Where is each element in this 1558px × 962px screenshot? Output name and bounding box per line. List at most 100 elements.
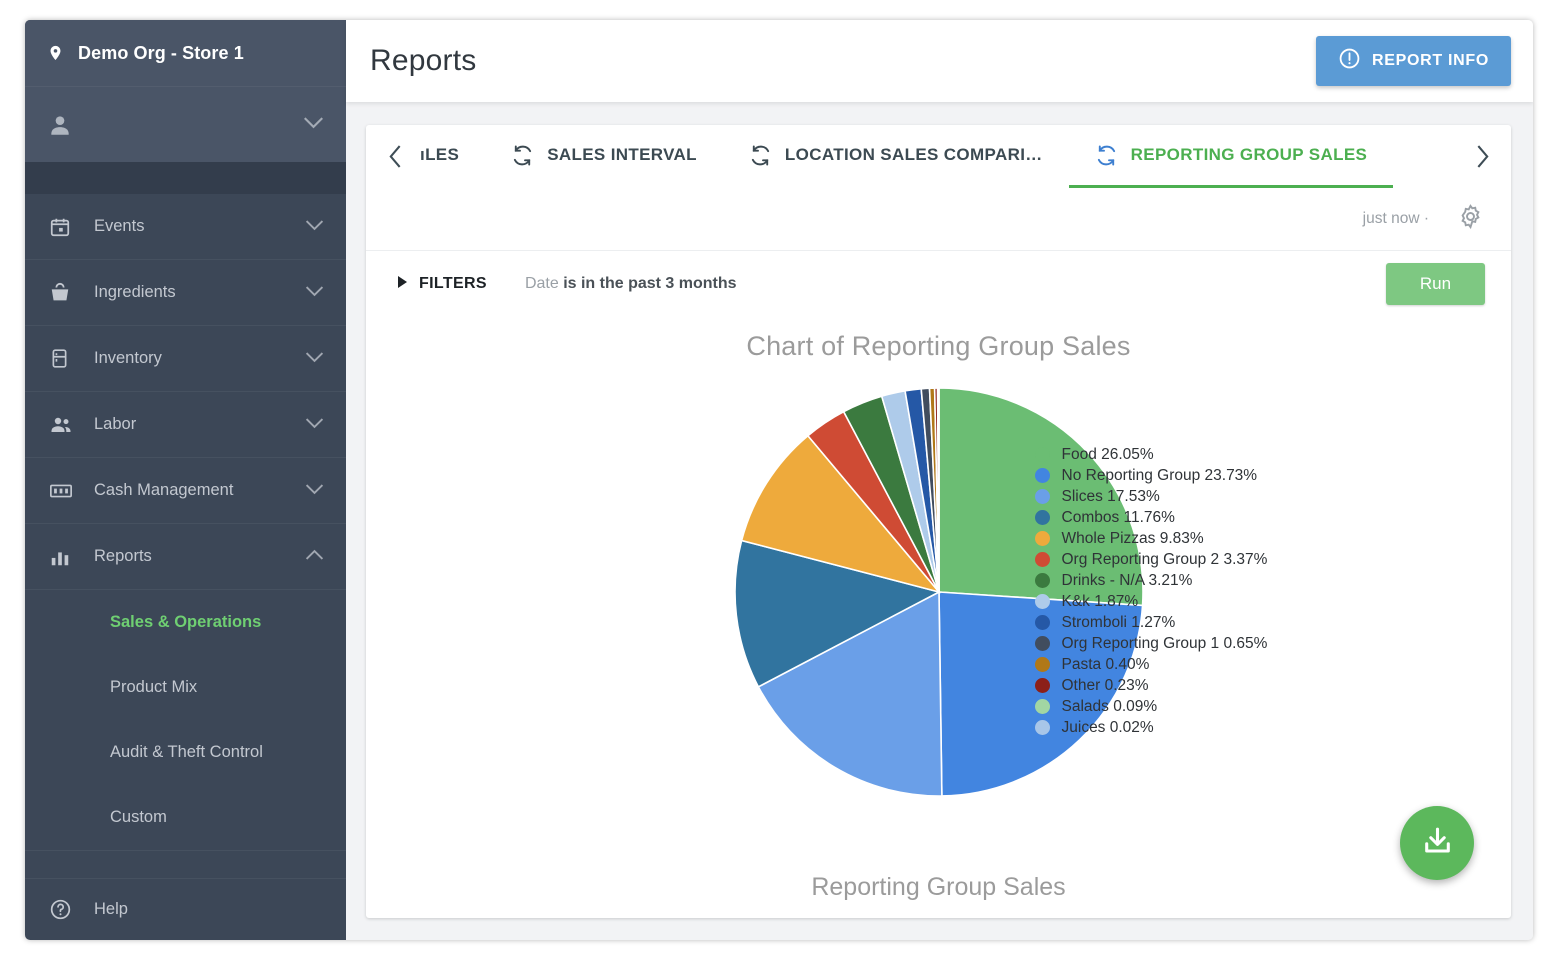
sidebar-item-events[interactable]: Events [25,194,346,260]
person-icon [47,112,77,138]
legend-color-swatch [1034,699,1050,714]
legend-item[interactable]: Food 26.05% [1034,444,1268,465]
chart-container: Chart of Reporting Group Sales Food 26.0… [366,317,1511,918]
tabs-scroll-container: ıLES SALES INTERVAL LOCATION SALES COMPA… [412,125,1465,188]
legend-label: Food 26.05% [1061,445,1154,463]
legend-item[interactable]: Drinks - N/A 3.21% [1034,570,1268,591]
legend-item[interactable]: Combos 11.76% [1034,507,1268,528]
sidebar-item-label: Help [94,900,128,918]
sidebar-divider [25,162,346,194]
calendar-icon [49,216,83,238]
legend-color-swatch [1034,510,1050,525]
sync-icon [749,144,772,167]
sidebar-item-label: Cash Management [94,481,234,499]
main-content: Reports REPORT INFO ıLES SALES INTERVAL … [346,20,1533,940]
tab-location-sales-comparison[interactable]: LOCATION SALES COMPARI… [723,125,1069,188]
legend-item[interactable]: Pasta 0.40% [1034,654,1268,675]
tab-sales-interval[interactable]: SALES INTERVAL [485,125,723,188]
report-info-button[interactable]: REPORT INFO [1315,36,1511,86]
sidebar-item-help[interactable]: Help [25,878,346,940]
chevron-down-icon [305,283,324,302]
download-icon [1420,824,1455,862]
tab-sales[interactable]: ıLES [412,125,485,188]
legend-color-swatch [1034,657,1050,672]
legend-item[interactable]: K&k 1.87% [1034,591,1268,612]
legend-item[interactable]: No Reporting Group 23.73% [1034,465,1268,486]
chart-footer-label: Reporting Group Sales [811,872,1066,901]
legend-label: Drinks - N/A 3.21% [1061,571,1193,589]
filters-toggle-button[interactable]: FILTERS [398,275,487,293]
filter-field-label: Date [524,275,559,292]
tab-label: SALES INTERVAL [547,145,697,164]
legend-item[interactable]: Stromboli 1.27% [1034,612,1268,633]
sidebar-item-label: Inventory [94,349,162,367]
chart-legend: Food 26.05% No Reporting Group 23.73% Slic… [1034,444,1268,738]
chart-title: Chart of Reporting Group Sales [746,331,1131,361]
filter-condition: is in the past 3 months [563,275,737,292]
legend-item[interactable]: Juices 0.02% [1034,717,1268,738]
tabs-prev-button[interactable] [378,125,412,188]
sidebar-subitem-label: Sales & Operations [110,613,262,631]
legend-color-swatch [1034,594,1050,609]
sidebar-subitem-custom[interactable]: Custom [25,785,346,850]
tab-label: ıLES [420,145,460,164]
legend-color-swatch [1034,636,1050,651]
sidebar-subitem-product-mix[interactable]: Product Mix [25,655,346,720]
legend-color-swatch [1034,615,1050,630]
legend-label: Whole Pizzas 9.83% [1061,529,1204,547]
legend-color-swatch [1034,531,1050,546]
tabs-next-button[interactable] [1465,125,1499,188]
location-pin-icon [47,42,64,64]
sidebar-user-menu[interactable] [25,86,346,162]
legend-item[interactable]: Org Reporting Group 1 0.65% [1034,633,1268,654]
legend-label: No Reporting Group 23.73% [1061,466,1258,484]
legend-item[interactable]: Org Reporting Group 2 3.37% [1034,549,1268,570]
legend-color-swatch [1034,720,1050,735]
sidebar-item-label: Reports [94,547,152,565]
gear-icon[interactable] [1457,203,1484,235]
sidebar-header: Demo Org - Store 1 [25,20,346,162]
legend-label: Slices 17.53% [1061,487,1160,505]
sidebar-item-ingredients[interactable]: Ingredients [25,260,346,326]
legend-item[interactable]: Slices 17.53% [1034,486,1268,507]
run-button[interactable]: Run [1386,263,1485,305]
sidebar-item-reports[interactable]: Reports [25,524,346,590]
legend-label: Org Reporting Group 1 0.65% [1061,634,1268,652]
sidebar-subitem-sales-operations[interactable]: Sales & Operations [25,590,346,655]
legend-item[interactable]: Salads 0.09% [1034,696,1268,717]
legend-label: Stromboli 1.27% [1061,613,1176,631]
legend-label: Salads 0.09% [1061,697,1158,715]
report-tabs: ıLES SALES INTERVAL LOCATION SALES COMPA… [366,125,1511,188]
people-icon [49,413,83,437]
sidebar-item-cash-management[interactable]: Cash Management [25,458,346,524]
legend-label: K&k 1.87% [1061,592,1139,610]
legend-label: Other 0.23% [1061,676,1149,694]
sidebar: Demo Org - Store 1 Events Ingredients In… [25,20,346,940]
app-root: Demo Org - Store 1 Events Ingredients In… [0,0,1558,962]
chevron-down-icon [305,217,324,236]
filters-row: FILTERS Date is in the past 3 months Run [366,251,1511,317]
org-label: Demo Org - Store 1 [78,42,244,63]
bar-chart-icon [49,546,83,568]
legend-label: Combos 11.76% [1061,508,1175,526]
chevron-down-icon [305,349,324,368]
legend-label: Org Reporting Group 2 3.37% [1061,550,1268,568]
legend-item[interactable]: Other 0.23% [1034,675,1268,696]
legend-item[interactable]: Whole Pizzas 9.83% [1034,528,1268,549]
chevron-up-icon [305,547,324,566]
legend-color-swatch [1034,447,1050,462]
sidebar-partial-item [25,850,346,878]
chevron-down-icon [305,415,324,434]
filter-summary[interactable]: Date is in the past 3 months [525,275,737,293]
chart-plot-area: Food 26.05% No Reporting Group 23.73% Slic… [366,362,1511,856]
sidebar-subitem-audit-theft-control[interactable]: Audit & Theft Control [25,720,346,785]
basket-icon [49,282,83,304]
download-button[interactable] [1400,806,1474,880]
sidebar-subitem-label: Custom [110,808,167,826]
org-selector[interactable]: Demo Org - Store 1 [25,20,346,86]
app-window: Demo Org - Store 1 Events Ingredients In… [25,20,1533,940]
sidebar-item-labor[interactable]: Labor [25,392,346,458]
tab-reporting-group-sales[interactable]: REPORTING GROUP SALES [1068,125,1394,188]
sidebar-item-inventory[interactable]: Inventory [25,326,346,392]
report-card: ıLES SALES INTERVAL LOCATION SALES COMPA… [366,125,1511,918]
